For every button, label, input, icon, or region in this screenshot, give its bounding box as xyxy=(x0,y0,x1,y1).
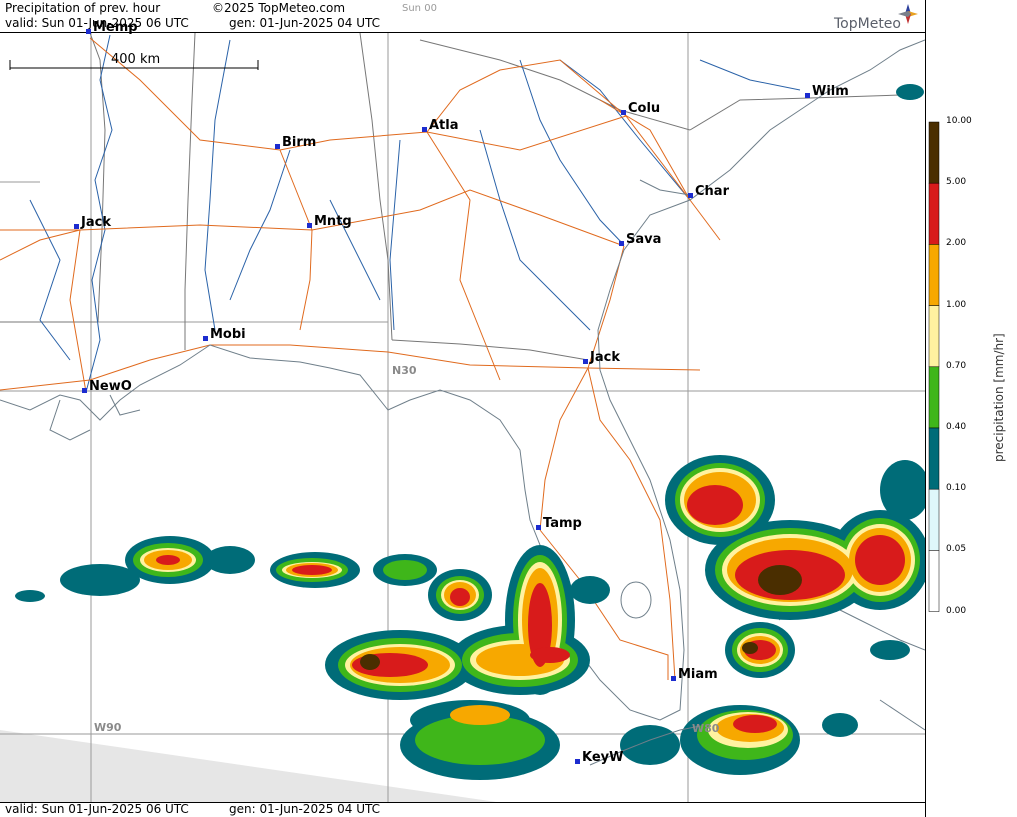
city-wilmington: Wilm xyxy=(805,84,849,99)
city-marker xyxy=(583,359,588,364)
city-marker xyxy=(82,388,87,393)
latitude-label-n30: N30 xyxy=(392,364,417,377)
model-run: Sun 00 xyxy=(402,3,437,14)
map-title: Precipitation of prev. hour xyxy=(5,1,161,15)
city-jackson-ms: Jack xyxy=(74,215,111,230)
legend-swatch xyxy=(928,427,940,490)
city-birmingham: Birm xyxy=(275,135,316,150)
city-miami: Miam xyxy=(671,667,718,682)
city-marker xyxy=(671,676,676,681)
legend-swatch xyxy=(928,244,940,306)
city-marker xyxy=(203,336,208,341)
city-new-orleans: NewO xyxy=(82,379,132,394)
city-marker xyxy=(422,127,427,132)
city-marker xyxy=(307,223,312,228)
city-marker xyxy=(805,93,810,98)
legend-colorbar xyxy=(928,121,940,612)
copyright: ©2025 TopMeteo.com xyxy=(212,1,346,15)
legend-swatch xyxy=(928,550,940,612)
scale-bar-label: 400 km xyxy=(111,52,161,67)
legend-tick-label: 0.00 xyxy=(946,605,967,616)
city-marker xyxy=(619,241,624,246)
city-marker xyxy=(275,144,280,149)
city-marker xyxy=(621,110,626,115)
legend-tick-label: 0.40 xyxy=(946,422,967,432)
city-marker xyxy=(74,224,79,229)
legend-swatch xyxy=(928,182,940,245)
city-marker xyxy=(575,759,580,764)
city-marker xyxy=(688,193,693,198)
city-atlanta: Atla xyxy=(422,118,459,133)
legend-tick-label: 1.00 xyxy=(946,299,967,310)
city-marker xyxy=(536,525,541,530)
legend-swatch xyxy=(928,305,940,368)
legend-swatch xyxy=(928,121,940,184)
legend-swatch xyxy=(928,488,940,551)
longitude-label-w90: W90 xyxy=(94,721,122,734)
city-mobile: Mobi xyxy=(203,327,246,342)
legend-tick-label: 0.10 xyxy=(946,483,967,494)
legend-tick-label: 10.00 xyxy=(946,116,972,126)
legend-tick-label: 2.00 xyxy=(946,238,967,249)
legend-swatch xyxy=(928,366,940,429)
legend-tick-label: 0.05 xyxy=(946,544,967,555)
legend-title: precipitation [mm/hr] xyxy=(992,333,1006,462)
generated-time: gen: 01-Jun-2025 04 UTC xyxy=(229,16,381,30)
footer-generated-time: gen: 01-Jun-2025 04 UTC xyxy=(229,802,381,816)
city-key-west: KeyW xyxy=(575,750,623,765)
city-montgomery: Mntg xyxy=(307,214,352,229)
city-columbia: Colu xyxy=(621,101,660,116)
topmeteo-logo[interactable]: TopMeteo xyxy=(834,16,901,32)
map-page: Precipitation of prev. hour ©2025 TopMet… xyxy=(0,0,1017,817)
city-tampa: Tamp xyxy=(536,516,582,531)
footer-valid-time: valid: Sun 01-Jun-2025 06 UTC xyxy=(5,802,189,816)
city-jacksonville: Jack xyxy=(583,350,620,365)
legend-tick-label: 0.70 xyxy=(946,360,967,371)
city-memphis: Memp xyxy=(86,20,138,35)
city-charleston: Char xyxy=(688,184,729,199)
city-marker xyxy=(86,29,91,34)
longitude-label-w80: W80 xyxy=(692,722,720,735)
precipitation-map xyxy=(0,0,1017,817)
city-savannah: Sava xyxy=(619,232,661,247)
legend-tick-label: 5.00 xyxy=(946,177,967,188)
